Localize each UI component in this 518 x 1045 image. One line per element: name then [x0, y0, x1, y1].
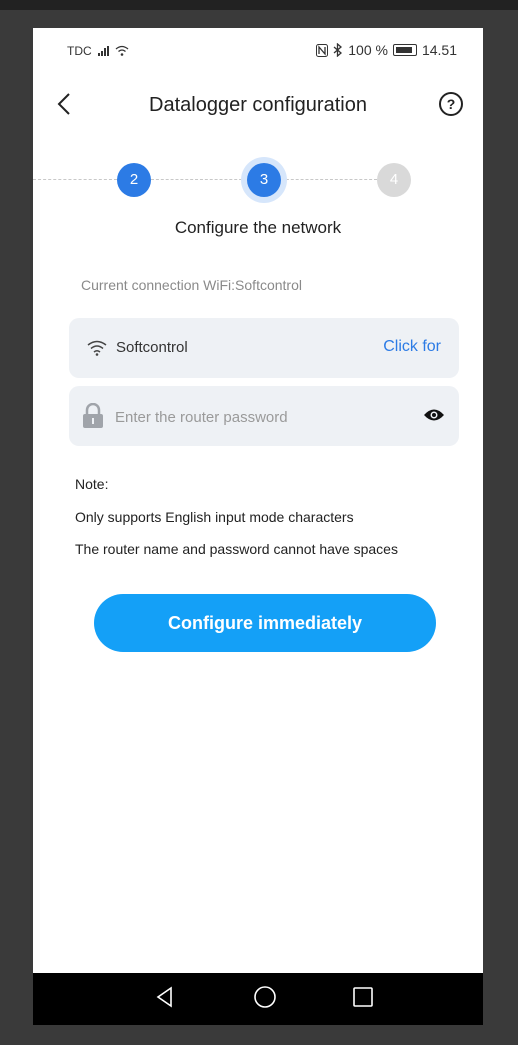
carrier-label: TDC	[67, 44, 92, 58]
status-right: 100 % 14.51	[316, 42, 457, 58]
page-title: Datalogger configuration	[149, 94, 367, 116]
router-password-input[interactable]	[113, 400, 417, 434]
nav-back-icon[interactable]	[153, 985, 177, 1009]
step-4: 4	[377, 163, 411, 197]
choose-network-link[interactable]: Click for	[383, 338, 441, 356]
wifi-icon	[87, 340, 107, 356]
stepper-line	[33, 179, 117, 180]
status-bar: TDC 100 % 14.51	[33, 28, 483, 68]
wifi-ssid: Softcontrol	[116, 339, 188, 356]
stepper-line	[281, 179, 377, 180]
nfc-icon	[316, 43, 329, 57]
battery-percent: 100 %	[348, 42, 388, 58]
signal-icon	[97, 46, 109, 56]
device-frame-top	[0, 0, 518, 10]
current-connection-text: Current connection WiFi:Softcontrol	[81, 277, 302, 293]
bluetooth-icon	[333, 43, 343, 57]
step-2: 2	[117, 163, 151, 197]
note-title: Note:	[75, 476, 109, 492]
status-left: TDC	[67, 44, 129, 58]
wifi-status-icon	[115, 45, 129, 56]
nav-home-icon[interactable]	[253, 985, 277, 1009]
lock-icon	[83, 403, 103, 428]
phone-screen: TDC 100 % 14.51 Datalogger configuration…	[33, 28, 483, 1025]
stepper: 2 3 4	[33, 158, 483, 202]
clock: 14.51	[421, 42, 457, 58]
step-caption: Configure the network	[174, 218, 342, 237]
note-line: The router name and password cannot have…	[75, 541, 398, 557]
password-field	[69, 386, 459, 446]
step-3: 3	[247, 163, 281, 197]
stepper-line	[151, 179, 247, 180]
wifi-select-field[interactable]: Softcontrol Click for	[69, 318, 459, 378]
eye-icon[interactable]	[423, 407, 445, 423]
header: Datalogger configuration ?	[33, 86, 483, 126]
help-circle-icon[interactable]: ?	[439, 92, 463, 116]
system-nav-bar	[33, 973, 483, 1025]
battery-icon	[392, 44, 417, 56]
configure-button[interactable]: Configure immediately	[94, 594, 436, 652]
note-line: Only supports English input mode charact…	[75, 509, 354, 525]
nav-recents-icon[interactable]	[351, 985, 375, 1009]
